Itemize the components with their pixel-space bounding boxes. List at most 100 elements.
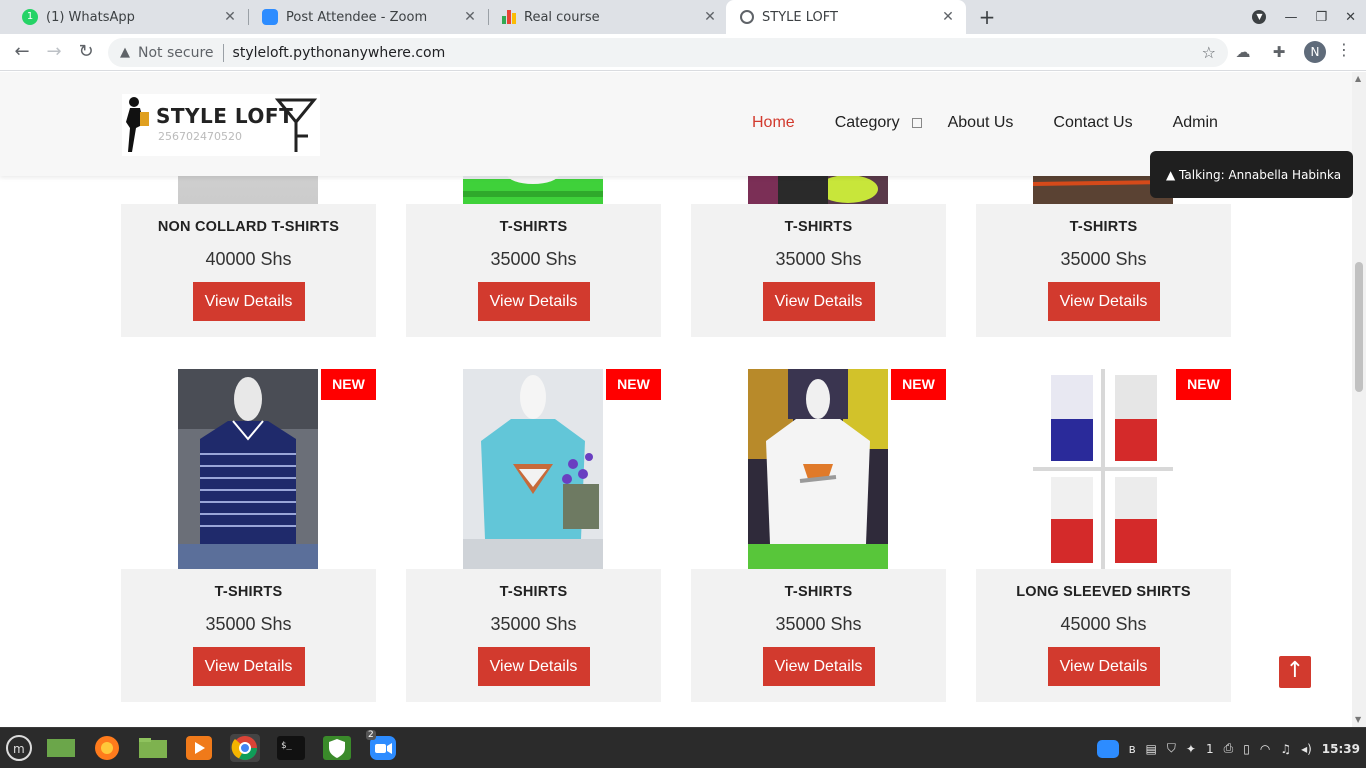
- minimize-icon[interactable]: —: [1284, 10, 1297, 25]
- notifications-icon[interactable]: ✦: [1186, 742, 1196, 756]
- url-text[interactable]: styleloft.pythonanywhere.com: [233, 45, 446, 61]
- bookmark-star-icon[interactable]: ☆: [1202, 43, 1216, 62]
- browser-toolbar: ← → ↻ ▲ Not secure styleloft.pythonanywh…: [0, 34, 1366, 71]
- puzzle-icon[interactable]: ✚: [1268, 40, 1290, 64]
- product-name: T-SHIRTS: [1069, 219, 1138, 235]
- media-player-icon[interactable]: [184, 734, 214, 762]
- product-image[interactable]: [1033, 369, 1173, 569]
- view-details-button[interactable]: View Details: [192, 282, 305, 321]
- close-icon[interactable]: ✕: [702, 9, 718, 25]
- back-to-top-button[interactable]: ↑: [1279, 656, 1311, 688]
- shield-tray-icon[interactable]: ⛉: [1167, 741, 1176, 756]
- security-label[interactable]: Not secure: [138, 45, 214, 61]
- product-info: T-SHIRTS 35000 Shs View Details: [406, 204, 661, 337]
- view-details-button[interactable]: View Details: [477, 647, 590, 686]
- warning-icon[interactable]: ▲: [120, 45, 130, 60]
- product-card: NEW T-SHIRTS 35000 Shs View Details: [121, 369, 376, 702]
- zoom-app-icon[interactable]: 2: [366, 730, 398, 762]
- bluetooth-icon[interactable]: ʙ: [1129, 742, 1136, 756]
- dropdown-caret-icon[interactable]: [911, 118, 922, 128]
- product-info: LONG SLEEVED SHIRTS 45000 Shs View Detai…: [976, 569, 1231, 702]
- shield-icon[interactable]: [322, 734, 352, 762]
- page-scrollbar[interactable]: ▲ ▼: [1352, 72, 1366, 727]
- chrome-icon[interactable]: [230, 734, 260, 762]
- chart-icon: [502, 10, 516, 24]
- terminal-icon[interactable]: $_: [276, 734, 306, 762]
- logo-figure-icon: [126, 97, 149, 152]
- site-logo[interactable]: STYLE LOFT 256702470520: [122, 94, 320, 156]
- main-nav: Home Category About Us Contact Us Admin: [752, 114, 1258, 132]
- product-price: 35000 Shs: [1060, 249, 1147, 269]
- file-manager-icon[interactable]: [138, 734, 168, 762]
- product-info: NON COLLARD T-SHIRTS 40000 Shs View Deta…: [121, 204, 376, 337]
- tab-search-icon[interactable]: ▼: [1252, 10, 1267, 24]
- product-name: T-SHIRTS: [499, 219, 568, 235]
- forward-icon[interactable]: →: [42, 40, 66, 64]
- window-close-icon[interactable]: ✕: [1345, 10, 1356, 25]
- view-details-button[interactable]: View Details: [762, 282, 875, 321]
- product-price: 35000 Shs: [490, 249, 577, 269]
- nav-admin[interactable]: Admin: [1173, 114, 1218, 132]
- profile-avatar[interactable]: N: [1304, 41, 1326, 63]
- clipboard-icon[interactable]: ▤: [1146, 742, 1157, 756]
- scroll-down-icon[interactable]: ▼: [1355, 715, 1361, 724]
- new-badge: NEW: [321, 369, 376, 400]
- firefox-icon[interactable]: [92, 734, 122, 762]
- extension-cloud-icon[interactable]: ☁: [1232, 40, 1254, 64]
- close-icon[interactable]: ✕: [940, 9, 956, 25]
- product-name: T-SHIRTS: [784, 219, 853, 235]
- product-card: NEW LONG SLEEVED SHIRTS 45000 Shs View D…: [976, 369, 1231, 702]
- product-price: 40000 Shs: [205, 249, 292, 269]
- volume-icon[interactable]: ◂): [1301, 742, 1312, 756]
- address-bar[interactable]: ▲ Not secure styleloft.pythonanywhere.co…: [108, 38, 1228, 67]
- new-badge: NEW: [1176, 369, 1231, 400]
- tab-whatsapp[interactable]: 1 (1) WhatsApp ✕: [8, 0, 248, 34]
- close-icon[interactable]: ✕: [222, 9, 238, 25]
- product-card: NEW T-SHIRTS 35000 Shs View Details: [406, 369, 661, 702]
- product-name: LONG SLEEVED SHIRTS: [1016, 584, 1191, 600]
- product-info: T-SHIRTS 35000 Shs View Details: [691, 204, 946, 337]
- close-icon[interactable]: ✕: [462, 9, 478, 25]
- product-image[interactable]: [748, 369, 888, 569]
- more-menu-icon[interactable]: ⋮: [1336, 40, 1352, 59]
- product-price: 35000 Shs: [205, 614, 292, 634]
- tab-zoom[interactable]: Post Attendee - Zoom ✕: [248, 0, 488, 34]
- tab-style-loft[interactable]: STYLE LOFT ✕: [726, 0, 966, 34]
- logo-text: STYLE LOFT: [156, 104, 294, 128]
- tab-real-course[interactable]: Real course ✕: [488, 0, 728, 34]
- view-details-button[interactable]: View Details: [192, 647, 305, 686]
- product-info: T-SHIRTS 35000 Shs View Details: [121, 569, 376, 702]
- zoom-tray-icon[interactable]: [1096, 739, 1119, 758]
- tab-title: STYLE LOFT: [762, 9, 838, 25]
- back-icon[interactable]: ←: [10, 40, 34, 64]
- mint-menu-icon[interactable]: m: [4, 734, 34, 762]
- maximize-icon[interactable]: ❐: [1315, 10, 1327, 25]
- browser-tab-strip: 1 (1) WhatsApp ✕ Post Attendee - Zoom ✕ …: [0, 0, 1366, 34]
- product-name: NON COLLARD T-SHIRTS: [157, 219, 340, 235]
- printer-icon[interactable]: ⎙: [1224, 741, 1234, 756]
- product-name: T-SHIRTS: [214, 584, 283, 600]
- document-icon[interactable]: ▯: [1243, 742, 1250, 756]
- view-details-button[interactable]: View Details: [1047, 282, 1160, 321]
- new-badge: NEW: [891, 369, 946, 400]
- new-tab-button[interactable]: +: [975, 5, 999, 29]
- reload-icon[interactable]: ↻: [74, 40, 98, 64]
- scrollbar-thumb[interactable]: [1355, 262, 1363, 392]
- nav-category[interactable]: Category: [835, 114, 900, 132]
- system-tray: ʙ ▤ ⛉ ✦ 1 ⎙ ▯ ◠ ♫ ◂) 15:39: [1096, 728, 1366, 769]
- view-details-button[interactable]: View Details: [477, 282, 590, 321]
- nav-about-us[interactable]: About Us: [948, 114, 1014, 132]
- tab-title: (1) WhatsApp: [46, 9, 135, 25]
- show-desktop-icon[interactable]: [46, 734, 76, 762]
- scroll-up-icon[interactable]: ▲: [1355, 74, 1361, 83]
- nav-contact-us[interactable]: Contact Us: [1053, 114, 1132, 132]
- view-details-button[interactable]: View Details: [762, 647, 875, 686]
- product-image[interactable]: [463, 369, 603, 569]
- product-image[interactable]: [178, 369, 318, 569]
- clock[interactable]: 15:39: [1322, 742, 1360, 756]
- tab-title: Post Attendee - Zoom: [286, 9, 428, 25]
- wifi-icon[interactable]: ◠: [1260, 742, 1270, 756]
- music-icon[interactable]: ♫: [1280, 742, 1291, 756]
- view-details-button[interactable]: View Details: [1047, 647, 1160, 686]
- nav-home[interactable]: Home: [752, 114, 795, 132]
